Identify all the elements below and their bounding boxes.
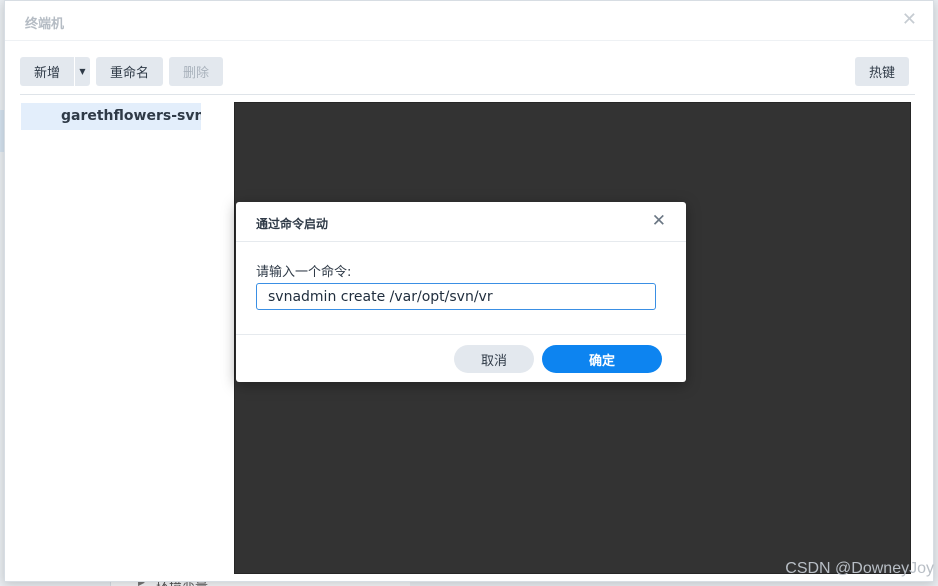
close-icon[interactable]: ✕ bbox=[652, 212, 666, 230]
close-icon[interactable]: ✕ bbox=[902, 11, 917, 29]
dialog-title: 通过命令启动 bbox=[256, 217, 329, 231]
delete-button[interactable]: 删除 bbox=[169, 57, 223, 86]
session-list-item[interactable]: garethflowers-svn- bbox=[21, 103, 201, 130]
ok-button[interactable]: 确定 bbox=[542, 345, 662, 373]
new-button[interactable]: 新增 bbox=[20, 57, 74, 86]
watermark: CSDN @DowneyJoy bbox=[785, 560, 934, 577]
command-prompt-label: 请输入一个命令: bbox=[256, 265, 352, 280]
toolbar: 新增 ▼ 重命名 删除 热键 bbox=[20, 57, 915, 87]
run-command-dialog: 通过命令启动 ✕ 请输入一个命令: 取消 确定 bbox=[236, 202, 686, 382]
cancel-button[interactable]: 取消 bbox=[454, 345, 534, 373]
rename-button[interactable]: 重命名 bbox=[96, 57, 163, 86]
chevron-down-icon[interactable]: ▼ bbox=[75, 57, 90, 86]
hotkey-button[interactable]: 热键 bbox=[855, 57, 909, 86]
toolbar-divider bbox=[20, 94, 915, 95]
command-input[interactable] bbox=[256, 283, 656, 310]
window-title: 终端机 bbox=[25, 17, 65, 32]
dialog-footer: 取消 确定 bbox=[236, 334, 686, 382]
dialog-header: 通过命令启动 ✕ bbox=[236, 202, 686, 242]
window-header: 终端机 ✕ bbox=[5, 1, 933, 41]
